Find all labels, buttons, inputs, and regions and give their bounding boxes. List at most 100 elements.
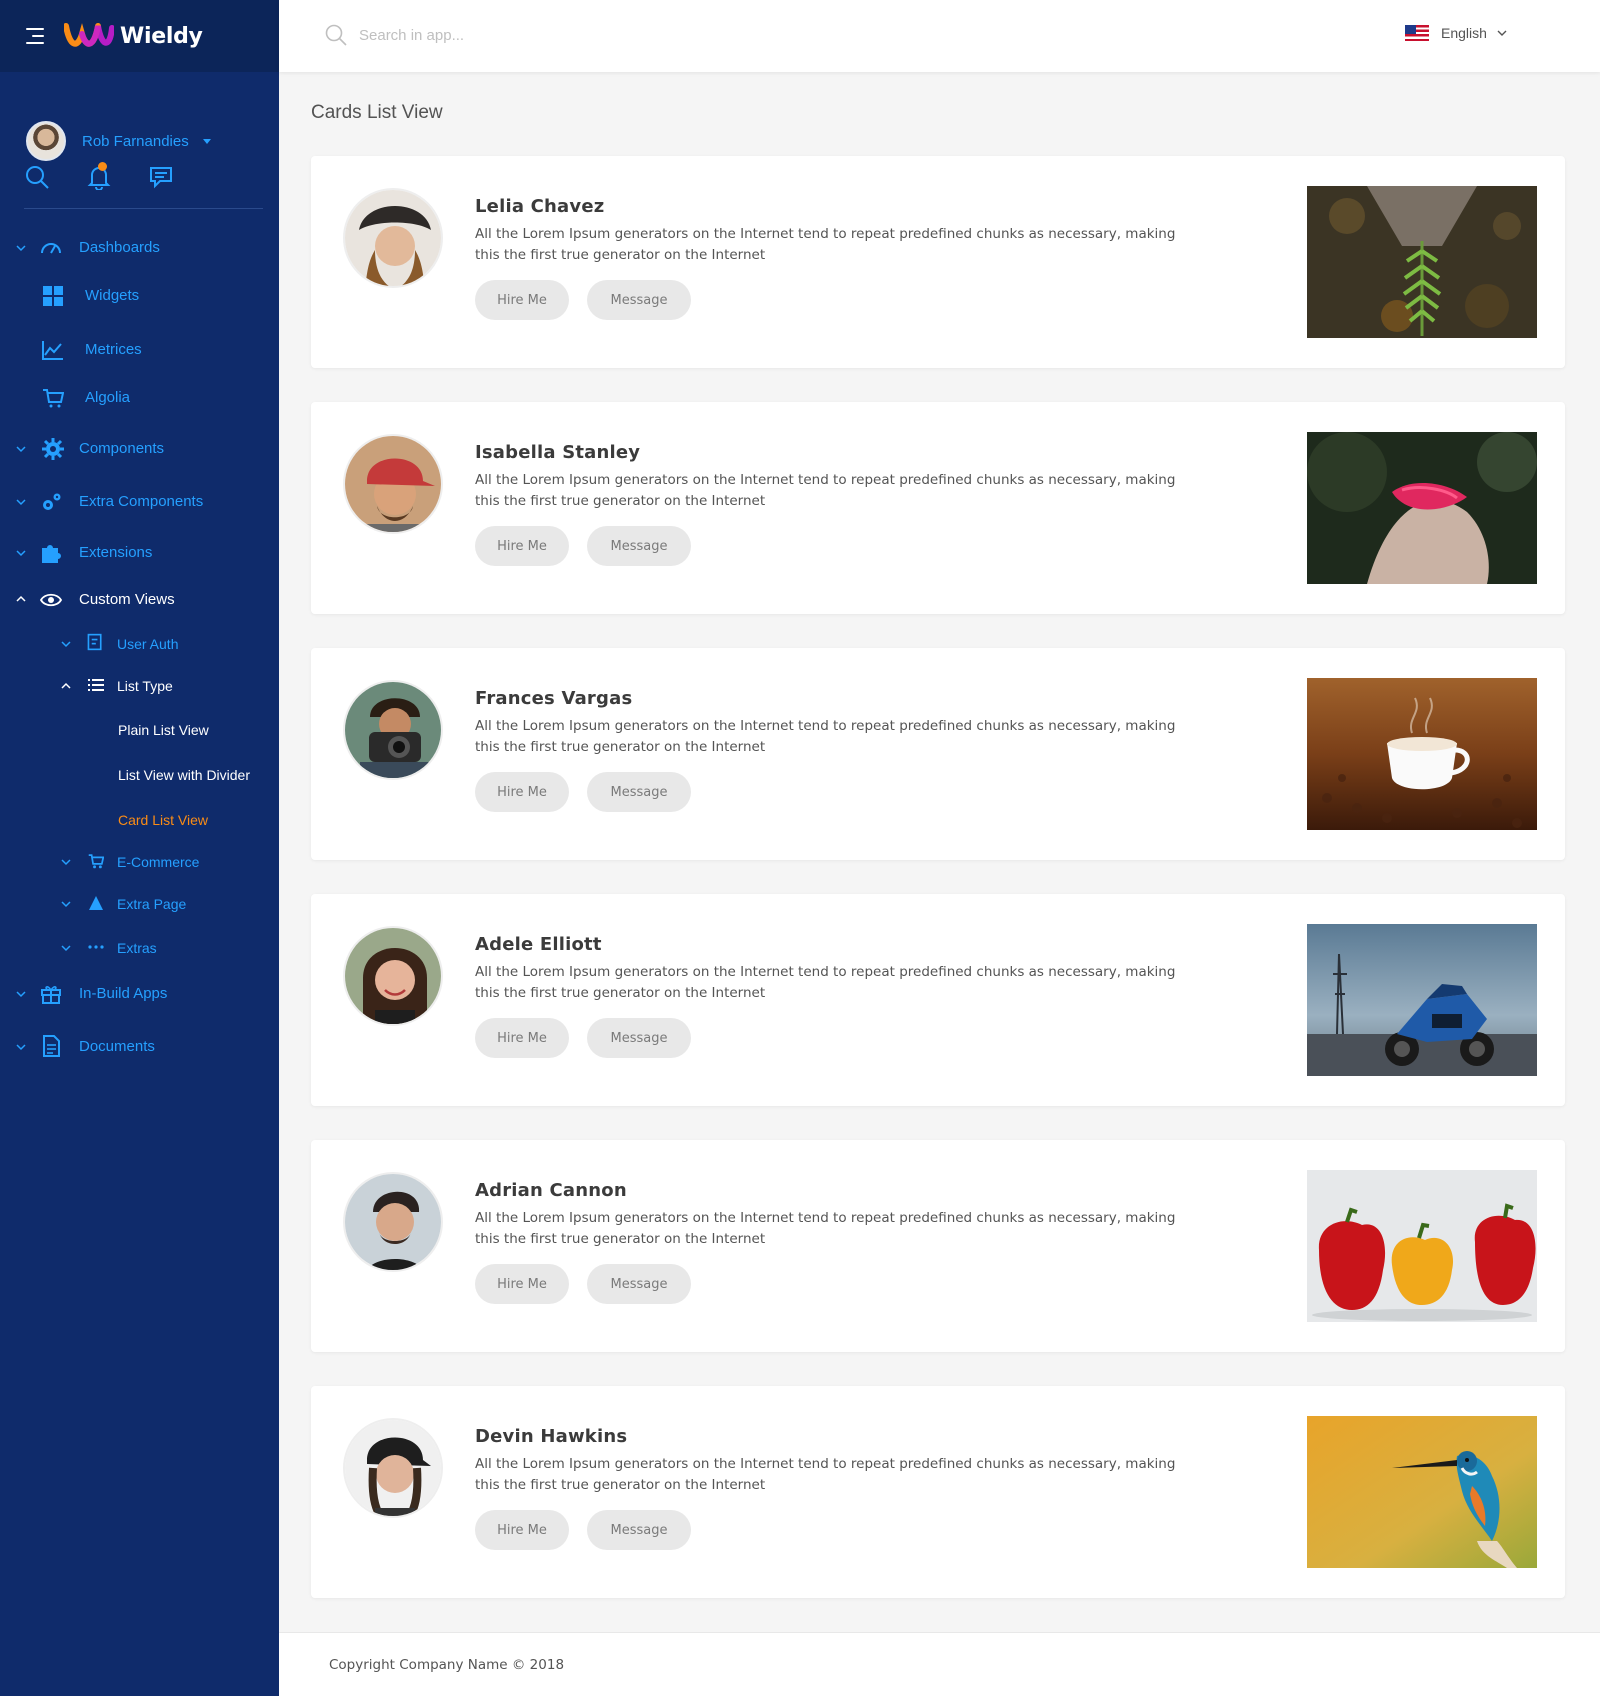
top-bar: English [279, 0, 1600, 72]
message-button[interactable]: Message [587, 280, 691, 320]
nav-metrices[interactable]: Metrices [0, 330, 279, 370]
language-selector[interactable]: English [1405, 25, 1507, 41]
eye-icon [40, 593, 62, 607]
card-list-item: Isabella Stanley All the Lorem Ipsum gen… [311, 402, 1565, 614]
nav-label: Components [79, 440, 165, 457]
nav-label: Custom Views [79, 591, 175, 608]
card-list-item: Devin Hawkins All the Lorem Ipsum genera… [311, 1386, 1565, 1598]
nav-list-type[interactable]: List Type [0, 668, 279, 704]
gift-icon [41, 986, 61, 1004]
nav-extras[interactable]: Extras [0, 930, 279, 966]
nav-ecommerce[interactable]: E-Commerce [0, 844, 279, 880]
triangle-icon [89, 896, 103, 910]
card-name: Adrian Cannon [475, 1180, 627, 1201]
nav-extra-page[interactable]: Extra Page [0, 886, 279, 922]
sidebar: Wieldy Rob Farnandies Dashboards Widgets… [0, 0, 279, 1696]
card-name: Devin Hawkins [475, 1426, 628, 1447]
nav-label: Extra Components [79, 493, 204, 510]
nav-label: Documents [79, 1038, 155, 1055]
hire-me-button[interactable]: Hire Me [475, 280, 569, 320]
copyright-text: Copyright Company Name © 2018 [329, 1657, 565, 1673]
card-description: All the Lorem Ipsum generators on the In… [475, 964, 1176, 1001]
nav-extra-components[interactable]: Extra Components [0, 482, 279, 522]
nav-documents[interactable]: Documents [0, 1027, 279, 1067]
chevron-down-icon [16, 1044, 26, 1051]
card-description: All the Lorem Ipsum generators on the In… [475, 472, 1176, 509]
message-button[interactable]: Message [587, 1018, 691, 1058]
search-input[interactable] [359, 20, 759, 50]
nav-custom-views[interactable]: Custom Views [0, 580, 279, 620]
nav-extensions[interactable]: Extensions [0, 533, 279, 573]
card-image-petal [1307, 432, 1537, 584]
hire-me-button[interactable]: Hire Me [475, 526, 569, 566]
card-image-kingfisher [1307, 1416, 1537, 1568]
nav-components[interactable]: Components [0, 429, 279, 469]
avatar [343, 188, 443, 288]
hire-me-button[interactable]: Hire Me [475, 1018, 569, 1058]
nav-label: Extras [117, 940, 157, 956]
page-title: Cards List View [311, 102, 443, 123]
message-button[interactable]: Message [587, 526, 691, 566]
message-button[interactable]: Message [587, 1264, 691, 1304]
avatar [343, 680, 443, 780]
caret-down-icon[interactable] [202, 138, 211, 144]
card-image-peppers [1307, 1170, 1537, 1322]
nav-list-view-with-divider[interactable]: List View with Divider [0, 757, 279, 793]
logo[interactable]: Wieldy [64, 22, 203, 50]
puzzle-icon [42, 545, 61, 563]
us-flag-icon [1405, 25, 1429, 41]
nav-user-auth[interactable]: User Auth [0, 626, 279, 662]
card-name: Frances Vargas [475, 688, 633, 709]
nav-label: User Auth [117, 636, 179, 652]
gear-icon [42, 438, 64, 460]
nav-card-list-view[interactable]: Card List View [0, 802, 279, 838]
user-name[interactable]: Rob Farnandies [82, 133, 189, 150]
chat-icon[interactable] [148, 164, 174, 190]
avatar [343, 434, 443, 534]
widgets-icon [43, 286, 63, 306]
cart-icon [88, 854, 104, 869]
nav-label: Dashboards [79, 239, 160, 256]
chevron-down-icon [61, 901, 71, 908]
menu-toggle-icon[interactable] [24, 28, 44, 44]
nav-label: Widgets [85, 287, 140, 304]
logo-mark-icon [64, 23, 114, 47]
sidebar-header: Wieldy [0, 0, 279, 72]
card-list-item: Adele Elliott All the Lorem Ipsum genera… [311, 894, 1565, 1106]
chevron-down-icon [61, 945, 71, 952]
footer: Copyright Company Name © 2018 [279, 1632, 1600, 1696]
hire-me-button[interactable]: Hire Me [475, 772, 569, 812]
nav-widgets[interactable]: Widgets [0, 276, 279, 316]
message-button[interactable]: Message [587, 772, 691, 812]
nav-label: E-Commerce [117, 854, 200, 870]
nav-label: In-Build Apps [79, 985, 168, 1002]
nav-dashboards[interactable]: Dashboards [0, 228, 279, 268]
card-description: All the Lorem Ipsum generators on the In… [475, 226, 1176, 263]
nav-label: Extra Page [117, 896, 187, 912]
cart-icon [43, 389, 64, 408]
nav-label: List View with Divider [118, 767, 251, 783]
nav-inbuild-apps[interactable]: In-Build Apps [0, 974, 279, 1014]
avatar [343, 1418, 443, 1518]
card-name: Isabella Stanley [475, 442, 641, 463]
avatar[interactable] [26, 121, 66, 161]
search-icon[interactable] [325, 24, 347, 46]
chevron-down-icon [16, 446, 26, 453]
nav-plain-list-view[interactable]: Plain List View [0, 712, 279, 748]
search-icon[interactable] [24, 164, 50, 190]
chevron-up-icon [61, 682, 71, 689]
hire-me-button[interactable]: Hire Me [475, 1510, 569, 1550]
card-name: Adele Elliott [475, 934, 602, 955]
hire-me-button[interactable]: Hire Me [475, 1264, 569, 1304]
card-description: All the Lorem Ipsum generators on the In… [475, 1210, 1176, 1247]
more-dots-icon [88, 945, 104, 949]
sidebar-divider [24, 208, 263, 209]
card-list-item: Frances Vargas All the Lorem Ipsum gener… [311, 648, 1565, 860]
chevron-down-icon [16, 550, 26, 557]
nav-algolia[interactable]: Algolia [0, 378, 279, 418]
message-button[interactable]: Message [587, 1510, 691, 1550]
card-image-coffee [1307, 678, 1537, 830]
card-name: Lelia Chavez [475, 196, 605, 217]
nav-label: List Type [117, 678, 173, 694]
document-icon [43, 1035, 60, 1057]
